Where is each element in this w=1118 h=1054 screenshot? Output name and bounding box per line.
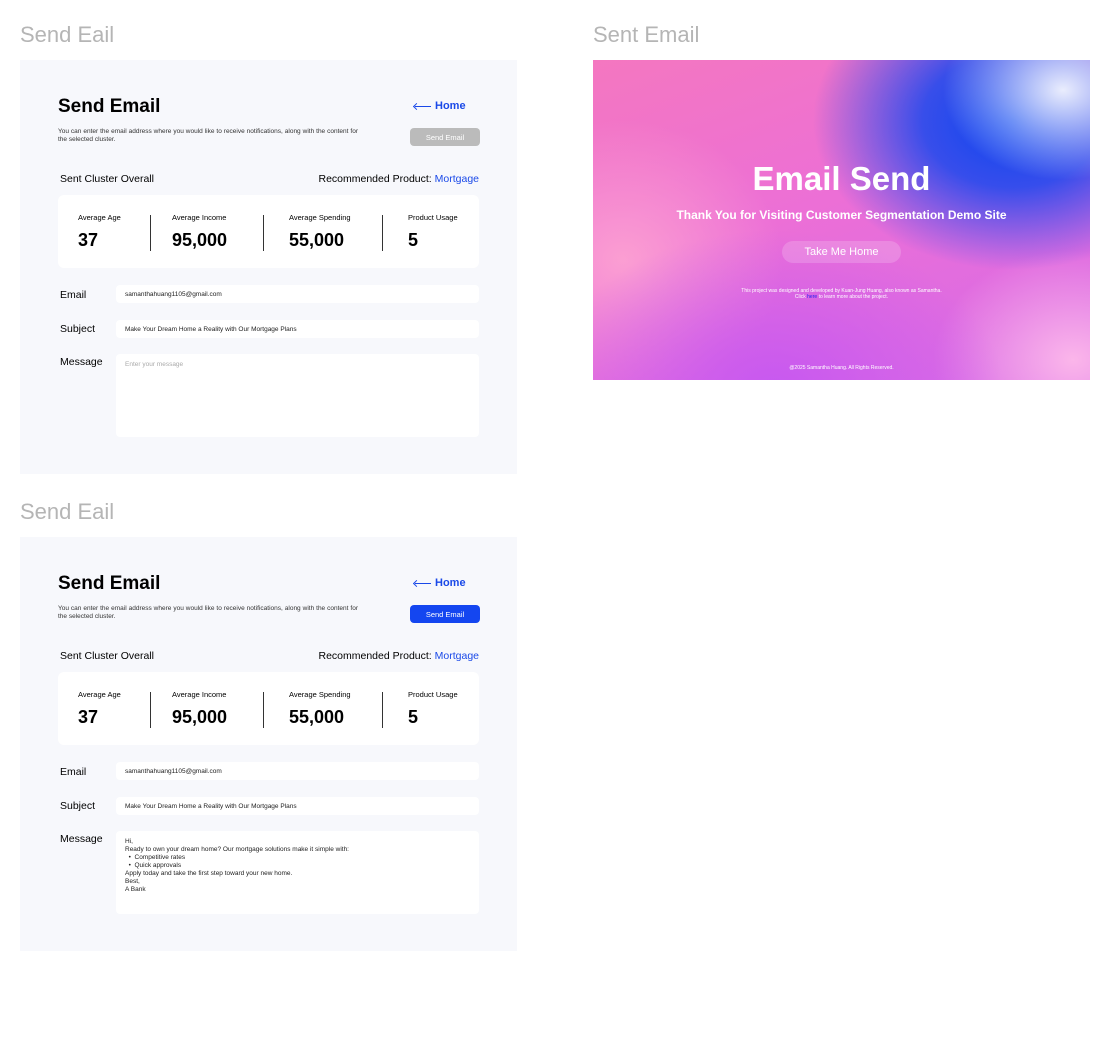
copyright: @2025 Samantha Huang. All Rights Reserve… xyxy=(789,365,894,371)
credit-link-line: Click here to learn more about the proje… xyxy=(593,294,1090,300)
message-line: • Quick approvals xyxy=(125,862,182,869)
home-link-label: Home xyxy=(435,577,466,589)
arrow-left-icon xyxy=(413,102,431,110)
home-link-label: Home xyxy=(435,100,466,112)
sent-subtitle: Thank You for Visiting Customer Segmenta… xyxy=(676,208,1007,222)
stat-value: 37 xyxy=(78,230,99,250)
stat-value: 55,000 xyxy=(289,707,345,727)
home-link[interactable]: Home xyxy=(413,577,466,589)
send-email-panel-empty: Send Email Home You can enter the email … xyxy=(20,60,517,474)
stat-divider xyxy=(150,215,151,251)
stat-divider xyxy=(263,215,264,251)
stat-value: 95,000 xyxy=(172,707,228,727)
subject-label: Subject xyxy=(60,800,96,812)
recommended-product-label: Recommended Product: xyxy=(318,173,432,185)
cluster-overall-heading: Sent Cluster Overall xyxy=(60,173,154,185)
stat-divider xyxy=(382,215,383,251)
message-line: • Competitive rates xyxy=(125,854,186,861)
page-title: Send Email xyxy=(58,573,161,594)
message-line: Best, xyxy=(125,878,140,885)
page-description: You can enter the email address where yo… xyxy=(58,128,358,143)
stat-label: Average Spending xyxy=(289,213,351,222)
home-link[interactable]: Home xyxy=(413,100,466,112)
stat-value: 95,000 xyxy=(172,230,228,250)
subject-field[interactable]: Make Your Dream Home a Reality with Our … xyxy=(116,797,479,815)
message-line: A Bank xyxy=(125,886,146,893)
sent-title: Email Send xyxy=(752,160,931,197)
stat-label: Product Usage xyxy=(408,690,458,699)
arrow-left-icon xyxy=(413,579,431,587)
send-email-button[interactable]: Send Email xyxy=(410,605,480,623)
frame-label-sent-email: Sent Email xyxy=(593,22,700,47)
email-field[interactable]: samanthahuang1105@gmail.com xyxy=(116,285,479,303)
stat-value: 37 xyxy=(78,707,99,727)
cluster-overall-heading: Sent Cluster Overall xyxy=(60,650,154,662)
recommended-product-value: Mortgage xyxy=(434,173,479,185)
frame-label-send-email-filled: Send Eail xyxy=(20,499,115,524)
stat-value: 5 xyxy=(408,230,419,250)
frame-label-send-email-empty: Send Eail xyxy=(20,22,115,47)
project-credit: This project was designed and developed … xyxy=(593,288,1090,300)
recommended-product-value: Mortgage xyxy=(434,650,479,662)
message-field[interactable]: Hi, Ready to own your dream home? Our mo… xyxy=(116,831,479,914)
stat-divider xyxy=(263,692,264,728)
send-email-button[interactable]: Send Email xyxy=(410,128,480,146)
subject-field[interactable]: Make Your Dream Home a Reality with Our … xyxy=(116,320,479,338)
email-label: Email xyxy=(60,766,87,778)
credit-after-text: to learn more about the project. xyxy=(818,294,889,300)
project-info-link[interactable]: here xyxy=(807,294,817,300)
message-field[interactable]: Enter your message xyxy=(116,354,479,437)
cluster-stats-card: Average Age 37 Average Income 95,000 Ave… xyxy=(58,195,479,268)
stat-label: Average Income xyxy=(172,690,227,699)
stat-label: Average Age xyxy=(78,213,121,222)
stat-label: Average Age xyxy=(78,690,121,699)
page-title: Send Email xyxy=(58,96,161,117)
stat-label: Product Usage xyxy=(408,213,458,222)
send-email-panel-filled: Send Email Home You can enter the email … xyxy=(20,537,517,951)
email-sent-page: Email Send Thank You for Visiting Custom… xyxy=(593,60,1090,380)
stat-label: Average Spending xyxy=(289,690,351,699)
credit-click-text: Click xyxy=(794,294,806,300)
message-label: Message xyxy=(60,356,103,368)
subject-label: Subject xyxy=(60,323,96,335)
message-placeholder: Enter your message xyxy=(125,361,184,368)
recommended-product-label: Recommended Product: xyxy=(318,650,432,662)
message-label: Message xyxy=(60,833,103,845)
take-me-home-button[interactable]: Take Me Home xyxy=(782,241,901,263)
message-line: Hi, xyxy=(125,838,133,845)
stat-divider xyxy=(150,692,151,728)
stat-value: 55,000 xyxy=(289,230,345,250)
recommended-product: Recommended Product: Mortgage xyxy=(318,173,479,185)
stat-value: 5 xyxy=(408,707,419,727)
cluster-stats-card: Average Age 37 Average Income 95,000 Ave… xyxy=(58,672,479,745)
stat-label: Average Income xyxy=(172,213,227,222)
stat-divider xyxy=(382,692,383,728)
recommended-product: Recommended Product: Mortgage xyxy=(318,650,479,662)
email-field[interactable]: samanthahuang1105@gmail.com xyxy=(116,762,479,780)
email-label: Email xyxy=(60,289,87,301)
page-description: You can enter the email address where yo… xyxy=(58,605,358,620)
message-line: Apply today and take the first step towa… xyxy=(125,870,293,877)
message-line: Ready to own your dream home? Our mortga… xyxy=(125,846,349,853)
